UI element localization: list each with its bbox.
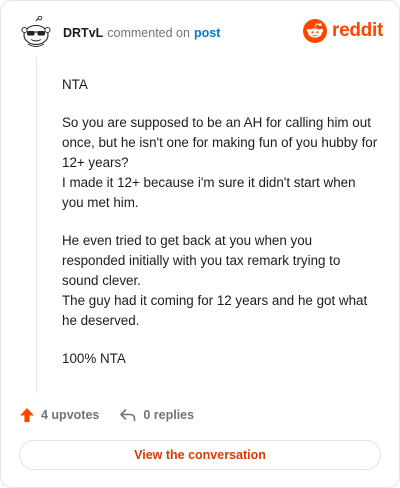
comment-paragraph: He even tried to get back at you when yo… <box>62 233 368 328</box>
comment-body: NTA So you are supposed to be an AH for … <box>62 75 378 387</box>
comment-card: DRTvL commented on post reddit NTA So yo… <box>0 0 400 488</box>
view-conversation-button[interactable]: View the conversation <box>19 440 381 470</box>
reply-count: 0 replies <box>143 408 195 422</box>
reddit-snoo-icon <box>303 19 328 43</box>
reply-button[interactable]: 0 replies <box>119 407 194 423</box>
thread-line <box>36 57 37 393</box>
comment-paragraph: NTA <box>62 77 88 92</box>
username-link[interactable]: DRTvL <box>63 26 103 40</box>
snoo-sunglasses-icon <box>21 15 51 47</box>
reddit-wordmark: reddit <box>332 20 383 41</box>
comment-verb: commented on <box>107 26 190 40</box>
upvote-button[interactable]: 4 upvotes <box>19 407 99 423</box>
comment-actions: 4 upvotes 0 replies <box>19 404 194 426</box>
reply-arrow-icon <box>120 409 136 422</box>
comment-header: DRTvL commented on post reddit <box>19 15 383 51</box>
upvote-arrow-icon <box>20 408 34 422</box>
comment-attribution: DRTvL commented on post <box>63 26 220 40</box>
upvote-count: 4 upvotes <box>41 408 100 422</box>
user-avatar[interactable] <box>19 15 53 50</box>
comment-paragraph: So you are supposed to be an AH for call… <box>62 115 378 210</box>
comment-paragraph: 100% NTA <box>62 351 126 366</box>
post-link[interactable]: post <box>194 26 220 40</box>
reddit-logo[interactable]: reddit <box>303 19 383 43</box>
